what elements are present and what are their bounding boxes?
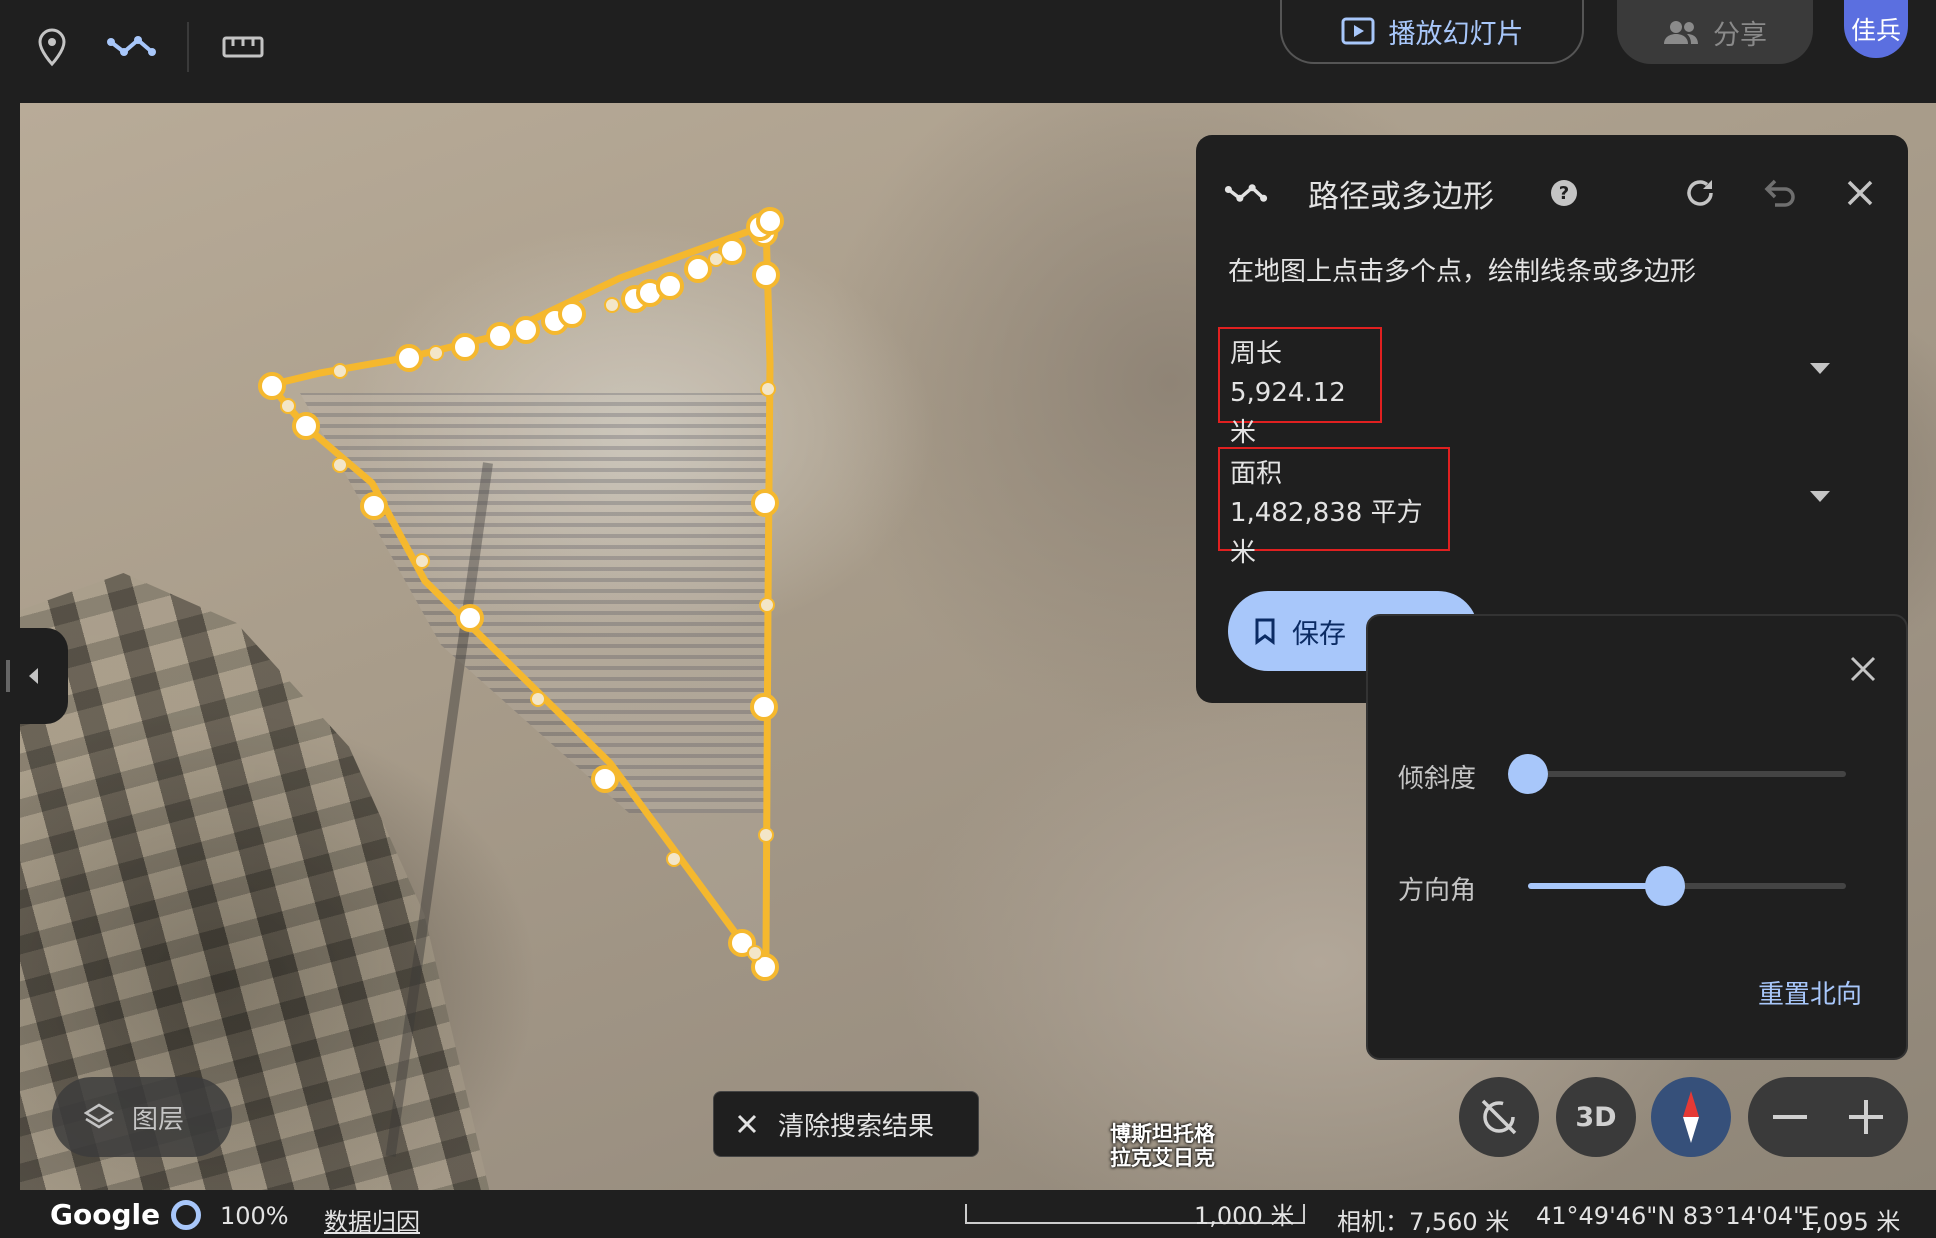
help-icon: ?	[1551, 180, 1577, 206]
bookmark-icon	[1255, 618, 1275, 645]
toggle-3d-button[interactable]: 3D	[1556, 1077, 1636, 1157]
top-toolbar: 播放幻灯片 分享 佳兵	[0, 0, 1936, 103]
share-button[interactable]: 分享	[1617, 0, 1813, 64]
grip-icon	[6, 660, 10, 692]
close-icon	[737, 1114, 757, 1134]
tilt-slider[interactable]	[1508, 754, 1846, 794]
add-placemark-button[interactable]	[22, 22, 82, 72]
zoom-controls	[1748, 1077, 1908, 1157]
area-unit-dropdown[interactable]	[1810, 491, 1830, 502]
status-bar: Google 100% 数据归因 1,000 米 相机：7,560 米 41°4…	[0, 1190, 1936, 1238]
rotate-lock-button[interactable]	[1459, 1077, 1539, 1157]
rotation-off-icon	[1481, 1099, 1517, 1135]
toolbar-divider	[187, 22, 189, 72]
camera-altitude: 相机：7,560 米	[1337, 1208, 1510, 1236]
clear-search-button[interactable]: 清除搜索结果	[713, 1091, 979, 1157]
panel-hint: 在地图上点击多个点，绘制线条或多边形	[1228, 257, 1697, 287]
loading-percent: 100%	[220, 1202, 289, 1230]
measure-button[interactable]	[213, 22, 273, 72]
area-box: 面积 1,482,838 平方米	[1218, 447, 1450, 568]
loading-ring-icon	[171, 1200, 201, 1230]
save-label: 保存	[1292, 618, 1346, 650]
attribution-link[interactable]: 数据归因	[324, 1202, 420, 1237]
heading-slider[interactable]	[1528, 866, 1846, 906]
chevron-left-icon	[29, 668, 38, 684]
area-value: 1,482,838 平方米	[1230, 498, 1423, 568]
place-label: 博斯坦托格 拉克艾日克	[1110, 1122, 1215, 1170]
close-panel-button[interactable]	[1838, 171, 1882, 215]
help-button[interactable]: ?	[1542, 171, 1586, 215]
perimeter-value: 5,924.12 米	[1230, 378, 1346, 448]
ruler-icon	[222, 36, 264, 58]
perimeter-label: 周长	[1230, 339, 1283, 369]
people-icon	[1664, 21, 1698, 44]
zoom-in-button[interactable]	[1838, 1089, 1894, 1145]
clear-search-label: 清除搜索结果	[778, 1111, 935, 1142]
heading-label: 方向角	[1398, 876, 1477, 906]
close-icon	[1847, 180, 1873, 206]
area-label: 面积	[1230, 459, 1283, 489]
tilt-label: 倾斜度	[1398, 764, 1477, 794]
redo-icon	[1687, 180, 1713, 206]
redo-button[interactable]	[1678, 171, 1722, 215]
elevation: 1,095 米	[1800, 1208, 1901, 1236]
layers-label: 图层	[132, 1104, 185, 1135]
slideshow-label: 播放幻灯片	[1388, 18, 1524, 50]
compass-button[interactable]	[1651, 1077, 1731, 1157]
perimeter-box: 周长 5,924.12 米	[1218, 327, 1382, 448]
play-icon	[1341, 17, 1374, 45]
camera-panel: 倾斜度 方向角 重置北向	[1366, 614, 1908, 1060]
undo-icon	[1764, 179, 1795, 207]
slideshow-button[interactable]: 播放幻灯片	[1280, 0, 1584, 64]
layers-button[interactable]: 图层	[52, 1077, 232, 1157]
svg-text:?: ?	[1559, 183, 1569, 204]
perimeter-unit-dropdown[interactable]	[1810, 363, 1830, 374]
share-label: 分享	[1713, 19, 1767, 51]
google-logo: Google	[50, 1198, 161, 1231]
path-icon	[1224, 171, 1268, 215]
close-camera-panel-button[interactable]	[1848, 654, 1878, 688]
draw-path-button[interactable]	[102, 22, 162, 72]
scale-label: 1,000 米	[1194, 1202, 1295, 1230]
reset-north-button[interactable]: 重置北向	[1758, 974, 1862, 1011]
panel-title: 路径或多边形	[1308, 179, 1494, 215]
minus-icon	[1773, 1115, 1807, 1119]
heading-knob[interactable]	[1644, 866, 1685, 906]
plus-icon	[1849, 1100, 1883, 1134]
compass-icon	[1683, 1091, 1699, 1143]
coordinates: 41°49'46"N 83°14'04"E	[1536, 1202, 1820, 1230]
undo-button[interactable]	[1758, 171, 1802, 215]
layers-icon	[84, 1103, 114, 1129]
collapse-sidebar-button[interactable]	[0, 628, 68, 724]
avatar[interactable]: 佳兵	[1844, 0, 1908, 58]
tilt-knob[interactable]	[1508, 754, 1548, 794]
zoom-out-button[interactable]	[1762, 1089, 1818, 1145]
placemark-icon	[38, 28, 66, 67]
path-icon	[107, 36, 156, 56]
close-icon	[1850, 656, 1876, 682]
